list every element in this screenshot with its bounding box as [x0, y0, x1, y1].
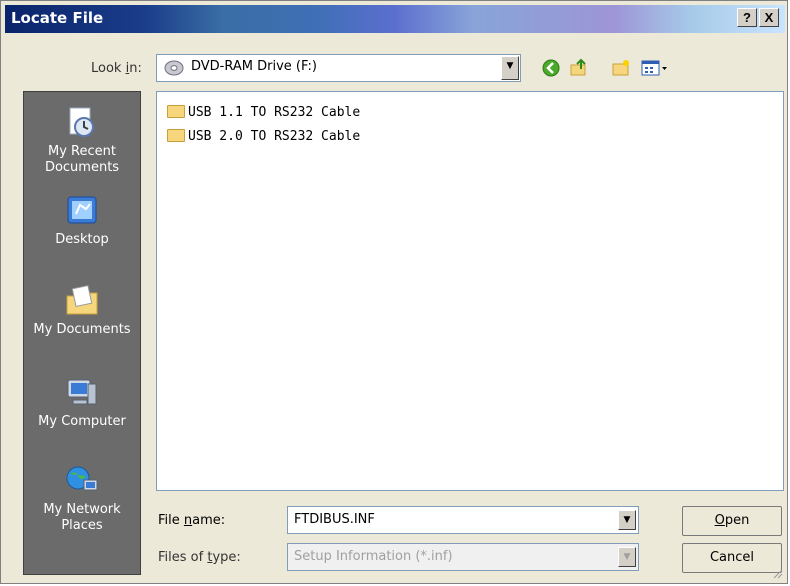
title-bar[interactable]: Locate File ? X — [5, 5, 785, 33]
chevron-down-icon[interactable]: ▼ — [501, 56, 519, 80]
open-button[interactable]: Open — [682, 506, 782, 536]
network-places-icon — [64, 464, 100, 498]
place-desktop[interactable]: Desktop — [24, 194, 140, 248]
locate-file-dialog: Locate File ? X Look in: DVD-RAM Drive (… — [0, 0, 788, 584]
file-type-dropdown[interactable]: ▼ — [618, 544, 638, 570]
back-icon[interactable] — [541, 58, 561, 78]
dvd-drive-icon — [164, 59, 184, 77]
list-item[interactable]: USB 2.0 TO RS232 Cable — [167, 129, 360, 147]
my-computer-icon — [64, 376, 100, 410]
close-button[interactable]: X — [759, 8, 779, 27]
chevron-down-icon[interactable]: ▼ — [618, 510, 636, 530]
file-list[interactable]: USB 1.1 TO RS232 Cable USB 2.0 TO RS232 … — [156, 91, 784, 491]
file-name-dropdown[interactable]: ▼ — [618, 507, 638, 533]
file-type-select[interactable]: Setup Information (*.inf) ▼ — [287, 543, 639, 571]
window-title: Locate File — [11, 9, 104, 27]
resize-grip-icon[interactable] — [771, 567, 783, 579]
views-menu-icon[interactable] — [641, 58, 669, 78]
place-my-computer[interactable]: My Computer — [24, 376, 140, 430]
chevron-down-icon[interactable]: ▼ — [618, 547, 636, 567]
help-button[interactable]: ? — [737, 8, 757, 27]
place-my-documents[interactable]: My Documents — [24, 284, 140, 338]
place-network-places[interactable]: My Network Places — [24, 464, 140, 534]
look-in-combo[interactable]: DVD-RAM Drive (F:) ▼ — [156, 54, 521, 82]
look-in-value: DVD-RAM Drive (F:) — [191, 59, 317, 74]
place-recent-documents[interactable]: My Recent Documents — [24, 106, 140, 176]
file-name-input[interactable]: FTDIBUS.INF ▼ — [287, 506, 639, 534]
file-type-label: Files of type: — [158, 550, 241, 565]
file-name-label: File name: — [158, 513, 226, 528]
folder-icon — [167, 105, 185, 118]
list-item[interactable]: USB 1.1 TO RS232 Cable — [167, 105, 360, 123]
look-in-label: Look in: — [91, 61, 142, 76]
places-bar: My Recent Documents Desktop My Documents… — [23, 91, 141, 575]
cancel-button[interactable]: Cancel — [682, 543, 782, 573]
up-folder-icon[interactable] — [569, 58, 589, 78]
folder-icon — [167, 129, 185, 142]
new-folder-icon[interactable] — [611, 58, 631, 78]
recent-documents-icon — [64, 106, 100, 140]
desktop-icon — [64, 194, 100, 228]
my-documents-icon — [64, 284, 100, 318]
